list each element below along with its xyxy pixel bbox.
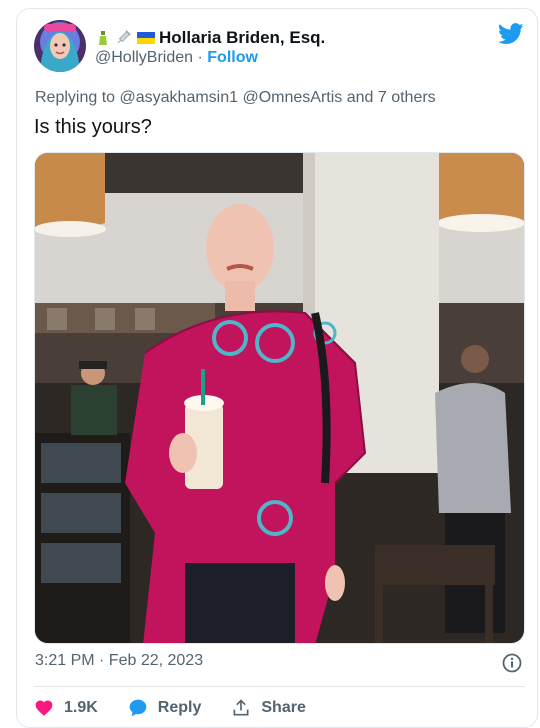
reply-prefix: Replying to: [35, 89, 120, 106]
reply-context: Replying to @asyakhamsin1 @OmnesArtis an…: [35, 89, 436, 107]
tweet-text: Is this yours?: [34, 116, 152, 138]
reply-button[interactable]: Reply: [128, 698, 202, 718]
author-handle-row: @HollyBriden · Follow: [95, 49, 258, 67]
author-name-row[interactable]: Hollaria Briden, Esq.: [95, 27, 325, 49]
share-icon: [233, 699, 249, 716]
tweet-photo[interactable]: [34, 152, 525, 644]
tweet-actions: 1.9K Reply Share: [34, 696, 336, 720]
handle-separator: ·: [193, 49, 208, 66]
tweet-timestamp[interactable]: 3:21 PM · Feb 22, 2023: [35, 652, 203, 670]
reply-bubble-icon: [129, 699, 147, 717]
follow-button[interactable]: Follow: [207, 49, 258, 66]
heart-icon: [35, 700, 53, 716]
reply-user-link[interactable]: @asyakhamsin1: [120, 89, 239, 106]
author-handle[interactable]: @HollyBriden: [95, 49, 193, 66]
reply-others-link[interactable]: and 7 others: [342, 89, 436, 106]
share-button[interactable]: Share: [231, 698, 306, 718]
divider: [34, 686, 525, 687]
syringe-icon: [117, 30, 131, 44]
like-count: 1.9K: [64, 699, 98, 716]
info-icon[interactable]: [502, 653, 522, 673]
like-button[interactable]: 1.9K: [34, 698, 98, 718]
reply-user-link[interactable]: @OmnesArtis: [242, 89, 342, 106]
author-display-name[interactable]: Hollaria Briden, Esq.: [159, 28, 325, 48]
twitter-bird-icon[interactable]: [498, 23, 524, 45]
avatar[interactable]: [34, 20, 86, 72]
ukraine-flag-icon: [137, 32, 155, 44]
reply-label: Reply: [157, 699, 202, 716]
bottle-icon: [99, 31, 107, 45]
share-label: Share: [261, 699, 306, 716]
